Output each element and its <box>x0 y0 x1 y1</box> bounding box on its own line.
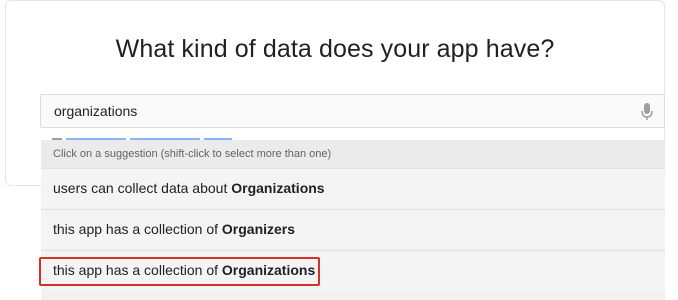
dialog-title: What kind of data does your app have? <box>115 35 555 63</box>
page: What kind of data does your app have? Cl… <box>0 0 678 300</box>
search-input[interactable] <box>54 95 614 127</box>
suggestion-dropdown: Click on a suggestion (shift-click to se… <box>41 140 665 300</box>
suggestion-label: this app has a collection of Organizers <box>53 221 296 237</box>
microphone-icon[interactable] <box>640 102 654 122</box>
suggestion-header-text: Click on a suggestion (shift-click to se… <box>53 148 332 160</box>
suggestion-header: Click on a suggestion (shift-click to se… <box>41 140 665 168</box>
suggestion-label: this app has a collection of Organizatio… <box>53 262 316 278</box>
suggestion-item[interactable]: users can collect data about Organizatio… <box>41 168 665 208</box>
suggestion-item[interactable]: this app has a collection of Organizatio… <box>41 250 665 290</box>
suggestion-label: users can collect data about Organizatio… <box>53 180 325 196</box>
suggestion-item[interactable]: this app has a collection of Organizers <box>41 209 665 249</box>
search-box[interactable] <box>40 94 665 128</box>
